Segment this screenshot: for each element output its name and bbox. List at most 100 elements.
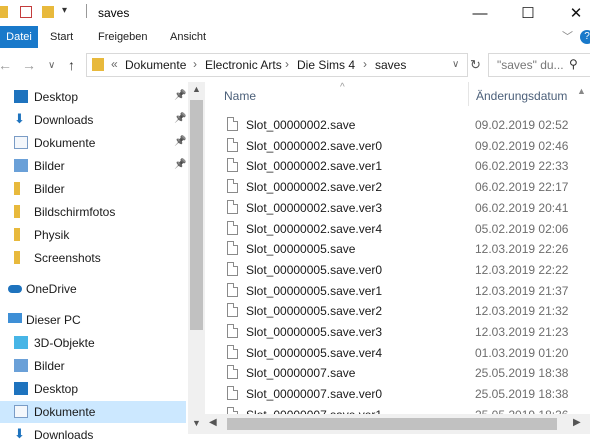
horizontal-scroll-thumb[interactable]: [227, 418, 557, 430]
file-row[interactable]: Slot_00000005.save.ver3 12.03.2019 21:23: [222, 321, 590, 343]
sidebar-item-physik[interactable]: Physik: [0, 224, 186, 246]
file-name: Slot_00000002.save.ver0: [246, 138, 383, 153]
file-date: 12.03.2019 21:23: [475, 325, 569, 339]
sidebar-item-bilder[interactable]: Bilder 📌: [0, 155, 186, 177]
file-name: Slot_00000007.save.ver0: [246, 387, 383, 402]
sidebar-item-dokumente[interactable]: Dokumente: [0, 401, 186, 423]
scroll-up-icon[interactable]: ▲: [192, 84, 201, 94]
file-icon: [227, 261, 238, 276]
sidebar-item-label: Downloads: [34, 428, 94, 442]
file-row[interactable]: Slot_00000002.save 09.02.2019 02:52: [222, 114, 590, 136]
sidebar-item-label: Dieser PC: [26, 313, 81, 327]
file-list-vertical-scrollbar[interactable]: ▲: [573, 82, 590, 414]
sidebar-item-downloads[interactable]: ⬇ Downloads 📌: [0, 109, 186, 131]
sidebar-item-desktop[interactable]: Desktop 📌: [0, 86, 186, 108]
file-row[interactable]: Slot_00000002.save.ver3 06.02.2019 20:41: [222, 197, 590, 219]
search-input[interactable]: "saves" du... ⚲: [488, 53, 590, 77]
breadcrumb-saves[interactable]: saves: [375, 58, 406, 72]
file-name: Slot_00000002.save.ver2: [246, 180, 383, 195]
close-button[interactable]: ✕: [554, 0, 590, 26]
file-row[interactable]: Slot_00000005.save.ver0 12.03.2019 22:22: [222, 259, 590, 281]
breadcrumb-separator-icon[interactable]: ›: [285, 57, 289, 71]
sidebar-item-bilder[interactable]: Bilder: [0, 178, 186, 200]
file-icon: [227, 241, 238, 256]
breadcrumb-die-sims-4[interactable]: Die Sims 4: [297, 58, 355, 72]
file-row[interactable]: Slot_00000002.save.ver1 06.02.2019 22:33: [222, 155, 590, 177]
sidebar-item-desktop[interactable]: Desktop: [0, 378, 186, 400]
file-icon: [227, 324, 238, 338]
tab-ansicht[interactable]: Ansicht: [170, 26, 206, 48]
scroll-right-icon[interactable]: ▶: [573, 417, 581, 428]
sidebar-item-downloads[interactable]: ⬇ Downloads: [0, 424, 186, 446]
folder-icon: [92, 58, 104, 71]
sidebar-item-bildschirmfotos[interactable]: Bildschirmfotos: [0, 201, 186, 223]
file-row[interactable]: Slot_00000005.save.ver4 01.03.2019 01:20: [222, 342, 590, 364]
search-icon[interactable]: ⚲: [569, 57, 578, 71]
sidebar-item-3d-objekte[interactable]: 3D-Objekte: [0, 332, 186, 354]
breadcrumb-dokumente[interactable]: Dokumente: [125, 58, 186, 72]
pin-icon[interactable]: 📌: [174, 136, 186, 147]
file-icon: [227, 386, 238, 401]
folder-icon: [14, 251, 20, 264]
file-row[interactable]: Slot_00000005.save 12.03.2019 22:26: [222, 238, 590, 260]
breadcrumb-electronic-arts[interactable]: Electronic Arts: [205, 58, 282, 72]
maximize-button[interactable]: ☐: [506, 0, 550, 26]
sidebar-item-dokumente[interactable]: Dokumente 📌: [0, 132, 186, 154]
column-divider[interactable]: [468, 82, 469, 106]
sidebar-item-onedrive[interactable]: OneDrive: [0, 278, 186, 300]
up-arrow-icon[interactable]: ↑: [68, 57, 75, 73]
file-row[interactable]: Slot_00000002.save.ver0 09.02.2019 02:46: [222, 135, 590, 157]
help-icon[interactable]: ?: [580, 30, 590, 44]
recent-locations-icon[interactable]: ∨: [48, 60, 55, 71]
column-header-name[interactable]: Name: [224, 89, 256, 103]
scroll-left-icon[interactable]: ◀: [209, 417, 217, 428]
properties-icon[interactable]: [20, 6, 32, 18]
title-bar: ▾ saves — ☐ ✕: [0, 0, 590, 26]
file-row[interactable]: Slot_00000007.save.ver0 25.05.2019 18:38: [222, 383, 590, 405]
sort-ascending-icon: ^: [340, 82, 345, 93]
breadcrumb-overflow[interactable]: «: [111, 57, 118, 71]
back-arrow-icon[interactable]: ←: [0, 57, 12, 73]
tab-start[interactable]: Start: [50, 26, 73, 48]
file-list-horizontal-scrollbar[interactable]: ◀ ▶: [205, 414, 590, 434]
file-row[interactable]: Slot_00000002.save.ver2 06.02.2019 22:17: [222, 176, 590, 198]
download-icon: ⬇: [14, 111, 25, 126]
minimize-button[interactable]: —: [458, 0, 502, 26]
breadcrumb-separator-icon[interactable]: ›: [193, 57, 197, 71]
sidebar-item-bilder[interactable]: Bilder: [0, 355, 186, 377]
pin-icon[interactable]: 📌: [174, 113, 186, 124]
search-placeholder: "saves" du...: [497, 58, 564, 72]
file-date: 06.02.2019 22:33: [475, 159, 569, 174]
sidebar-item-dieser-pc[interactable]: Dieser PC: [0, 309, 186, 331]
file-name: Slot_00000007.save: [246, 366, 356, 381]
pin-icon[interactable]: 📌: [174, 159, 186, 170]
tab-freigeben[interactable]: Freigeben: [98, 26, 148, 48]
address-dropdown-icon[interactable]: ∨: [452, 59, 459, 70]
column-header-date[interactable]: Änderungsdatum: [476, 89, 567, 103]
file-row[interactable]: Slot_00000007.save 25.05.2019 18:38: [222, 362, 590, 384]
file-name: Slot_00000005.save.ver2: [246, 304, 383, 319]
file-name: Slot_00000002.save.ver4: [246, 221, 383, 236]
scroll-down-icon[interactable]: ▼: [192, 418, 201, 428]
nav-scroll-thumb[interactable]: [190, 100, 203, 330]
file-date: 12.03.2019 21:32: [475, 304, 569, 319]
file-name: Slot_00000005.save.ver4: [246, 345, 383, 360]
breadcrumb-separator-icon[interactable]: ›: [363, 57, 367, 71]
file-row[interactable]: Slot_00000005.save.ver2 12.03.2019 21:32: [222, 300, 590, 322]
file-row[interactable]: Slot_00000002.save.ver4 05.02.2019 02:06: [222, 218, 590, 240]
sidebar-item-label: Bilder: [34, 359, 65, 373]
forward-arrow-icon[interactable]: →: [22, 57, 36, 73]
address-bar[interactable]: « Dokumente › Electronic Arts › Die Sims…: [86, 53, 468, 77]
tab-datei[interactable]: Datei: [0, 26, 38, 48]
scroll-up-icon[interactable]: ▲: [577, 86, 586, 96]
refresh-icon[interactable]: ↻: [470, 57, 481, 73]
file-name: Slot_00000005.save.ver0: [246, 262, 383, 277]
file-date: 01.03.2019 01:20: [475, 345, 569, 360]
sidebar-item-screenshots[interactable]: Screenshots: [0, 247, 186, 269]
ribbon-expand-icon[interactable]: ﹀: [562, 26, 573, 48]
file-date: 06.02.2019 20:41: [475, 200, 569, 215]
quick-access-dropdown-icon[interactable]: ▾: [62, 5, 67, 16]
new-folder-icon[interactable]: [42, 6, 54, 18]
file-row[interactable]: Slot_00000005.save.ver1 12.03.2019 21:37: [222, 280, 590, 302]
pin-icon[interactable]: 📌: [174, 90, 186, 101]
